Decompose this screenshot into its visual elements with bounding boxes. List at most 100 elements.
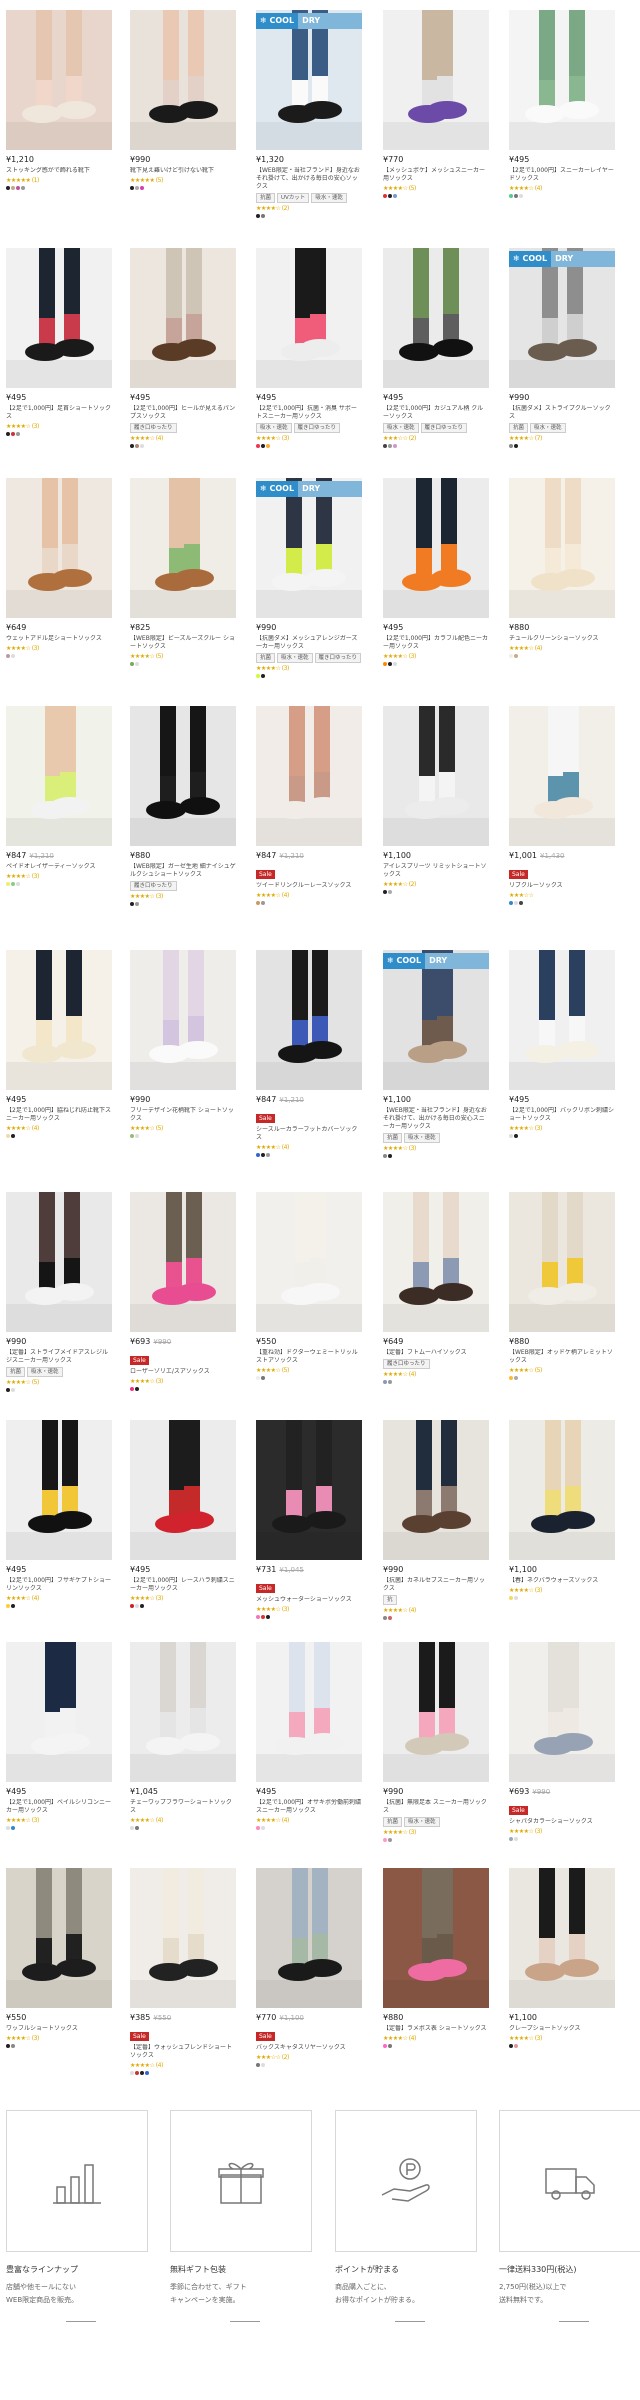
product-card[interactable]: ¥495 【2足で1,000円】バックリボン刺繍ショートソックス ★★★★☆ (3) (509, 950, 615, 1138)
product-card[interactable]: ¥495 【2足で1,000円】レースハラ刺繍スニーカー用ソックス ★★★★☆ (3… (130, 1420, 236, 1608)
product-photo[interactable] (383, 1642, 489, 1782)
color-swatch[interactable] (135, 1134, 139, 1138)
color-swatch[interactable] (383, 1154, 387, 1158)
product-photo[interactable] (6, 1642, 112, 1782)
color-swatch[interactable] (383, 2044, 387, 2048)
color-swatch[interactable] (256, 1376, 260, 1380)
product-photo[interactable] (383, 10, 489, 150)
color-swatch[interactable] (11, 1388, 15, 1392)
color-swatch[interactable] (11, 186, 15, 190)
color-swatch[interactable] (261, 214, 265, 218)
product-card[interactable]: ¥495 【2足で1,000円】ヒールが見えるパンプスソックス 履き口ゆったり ★★★… (130, 248, 236, 448)
product-photo[interactable] (130, 1420, 236, 1560)
product-title[interactable]: 【2足で1,000円】レースハラ刺繍スニーカー用ソックス (130, 1577, 236, 1593)
color-swatch[interactable] (514, 1596, 518, 1600)
product-photo[interactable] (256, 1642, 362, 1782)
product-photo[interactable] (130, 706, 236, 846)
color-swatch[interactable] (130, 1604, 134, 1608)
color-swatch[interactable] (509, 654, 513, 658)
product-photo[interactable] (256, 1192, 362, 1332)
product-card[interactable]: ¥990 フリーデザイン花柄靴下 ショートソックス ★★★★☆ (5) (130, 950, 236, 1138)
product-photo[interactable]: ❄ COOL DRY (509, 248, 615, 388)
product-photo[interactable] (130, 950, 236, 1090)
color-swatch[interactable] (388, 1838, 392, 1842)
color-swatch[interactable] (509, 901, 513, 905)
color-swatch[interactable] (388, 890, 392, 894)
product-photo[interactable] (383, 706, 489, 846)
product-photo[interactable] (6, 1192, 112, 1332)
color-swatch[interactable] (388, 2044, 392, 2048)
product-photo[interactable] (509, 478, 615, 618)
color-swatch[interactable] (261, 1615, 265, 1619)
product-card[interactable]: ¥550 ワッフルショートソックス ★★★★☆ (3) (6, 1868, 112, 2048)
color-swatch[interactable] (519, 901, 523, 905)
product-card[interactable]: ¥495 【2足で1,000円】フサギケプトショーリンソックス ★★★★☆ (4) (6, 1420, 112, 1608)
color-swatch[interactable] (21, 186, 25, 190)
color-swatch[interactable] (393, 444, 397, 448)
color-swatch[interactable] (140, 2071, 144, 2075)
color-swatch[interactable] (140, 444, 144, 448)
color-swatch[interactable] (383, 444, 387, 448)
product-photo[interactable] (6, 950, 112, 1090)
color-swatch[interactable] (11, 1604, 15, 1608)
product-card[interactable]: ¥1,100 クレープショートソックス ★★★★☆ (3) (509, 1868, 615, 2048)
color-swatch[interactable] (145, 2071, 149, 2075)
product-card[interactable]: ¥990 【抗菌】カネルセブスニーカー用ソックス抗 ★★★★☆ (4) (383, 1420, 489, 1620)
color-swatch[interactable] (130, 902, 134, 906)
color-swatch[interactable] (509, 1376, 513, 1380)
product-title[interactable]: クレープショートソックス (509, 2025, 615, 2033)
product-photo[interactable]: ❄ COOL DRY (256, 10, 362, 150)
product-photo[interactable] (6, 248, 112, 388)
product-card[interactable]: ¥693 ¥990 Sale ローザーゾリエ/スアソックス ★★★★☆ (3) (130, 1192, 236, 1391)
product-card[interactable]: ¥847 ¥1,210 ペイドオレイザーティーソックス ★★★★☆ (3) (6, 706, 112, 886)
product-photo[interactable] (6, 10, 112, 150)
product-photo[interactable] (130, 1868, 236, 2008)
product-title[interactable]: フリーデザイン花柄靴下 ショートソックス (130, 1107, 236, 1123)
product-title[interactable]: 【WEB限定】ガーゼ生地 細ナイシュゲルクシュショートソックス (130, 863, 236, 879)
color-swatch[interactable] (261, 901, 265, 905)
product-card[interactable]: ¥649 ウェットアドル足ショートソックス ★★★★☆ (3) (6, 478, 112, 658)
color-swatch[interactable] (135, 2071, 139, 2075)
product-photo[interactable] (383, 478, 489, 618)
color-swatch[interactable] (509, 1837, 513, 1841)
product-title[interactable]: シースルーカラーフットカバーソックス (256, 1126, 362, 1142)
color-swatch[interactable] (6, 186, 10, 190)
product-card[interactable]: ¥990 【定番】ストライプメイドアスレジルジスニーカー用ソックス 抗菌 吸水・速乾 ★… (6, 1192, 112, 1392)
color-swatch[interactable] (514, 444, 518, 448)
product-title[interactable]: バックスキャタスリヤーソックス (256, 2044, 362, 2052)
color-swatch[interactable] (6, 654, 10, 658)
color-swatch[interactable] (140, 186, 144, 190)
product-card[interactable]: ❄ COOL DRY ¥1,320 【WEB限定・当社ブランド】身近なおそれ掛けて、出… (256, 10, 362, 218)
color-swatch[interactable] (388, 1380, 392, 1384)
product-card[interactable]: ¥1,045 チェーワップフラワーショートソックス ★★★★☆ (4) (130, 1642, 236, 1830)
product-photo[interactable]: ❄ COOL DRY (383, 950, 489, 1090)
product-card[interactable]: ¥990 【抗菌】無限足本 スニーカー用ソックス 抗菌 吸水・速乾 ★★★★☆ (3) (383, 1642, 489, 1842)
color-swatch[interactable] (393, 194, 397, 198)
color-swatch[interactable] (6, 1388, 10, 1392)
color-swatch[interactable] (509, 2044, 513, 2048)
product-title[interactable]: ワッフルショートソックス (6, 2025, 112, 2033)
product-title[interactable]: 【2足で1,000円】足首ショートソックス (6, 405, 112, 421)
product-photo[interactable] (509, 950, 615, 1090)
product-title[interactable]: 【2足で1,000円】オサキボ労働前刺繍スニーカー用ソックス (256, 1799, 362, 1815)
color-swatch[interactable] (509, 1596, 513, 1600)
product-title[interactable]: ウェットアドル足ショートソックス (6, 635, 112, 643)
color-swatch[interactable] (16, 432, 20, 436)
color-swatch[interactable] (261, 1376, 265, 1380)
product-photo[interactable] (130, 1642, 236, 1782)
color-swatch[interactable] (383, 1616, 387, 1620)
product-photo[interactable] (383, 248, 489, 388)
color-swatch[interactable] (383, 194, 387, 198)
product-card[interactable]: ¥1,100 【春】ネクバラウォーズソックス ★★★★☆ (3) (509, 1420, 615, 1600)
color-swatch[interactable] (256, 1826, 260, 1830)
color-swatch[interactable] (509, 194, 513, 198)
color-swatch[interactable] (393, 662, 397, 666)
color-swatch[interactable] (6, 882, 10, 886)
color-swatch[interactable] (135, 1387, 139, 1391)
color-swatch[interactable] (130, 444, 134, 448)
product-card[interactable]: ¥550 【重ね効】ドクターウェミートリッルストアソックス ★★★★☆ (5) (256, 1192, 362, 1380)
color-swatch[interactable] (11, 882, 15, 886)
color-swatch[interactable] (6, 1604, 10, 1608)
color-swatch[interactable] (514, 654, 518, 658)
product-card[interactable]: ¥731 ¥1,045 Sale メッシュウォーターショーソックス ★★★★☆ (3) (256, 1420, 362, 1619)
